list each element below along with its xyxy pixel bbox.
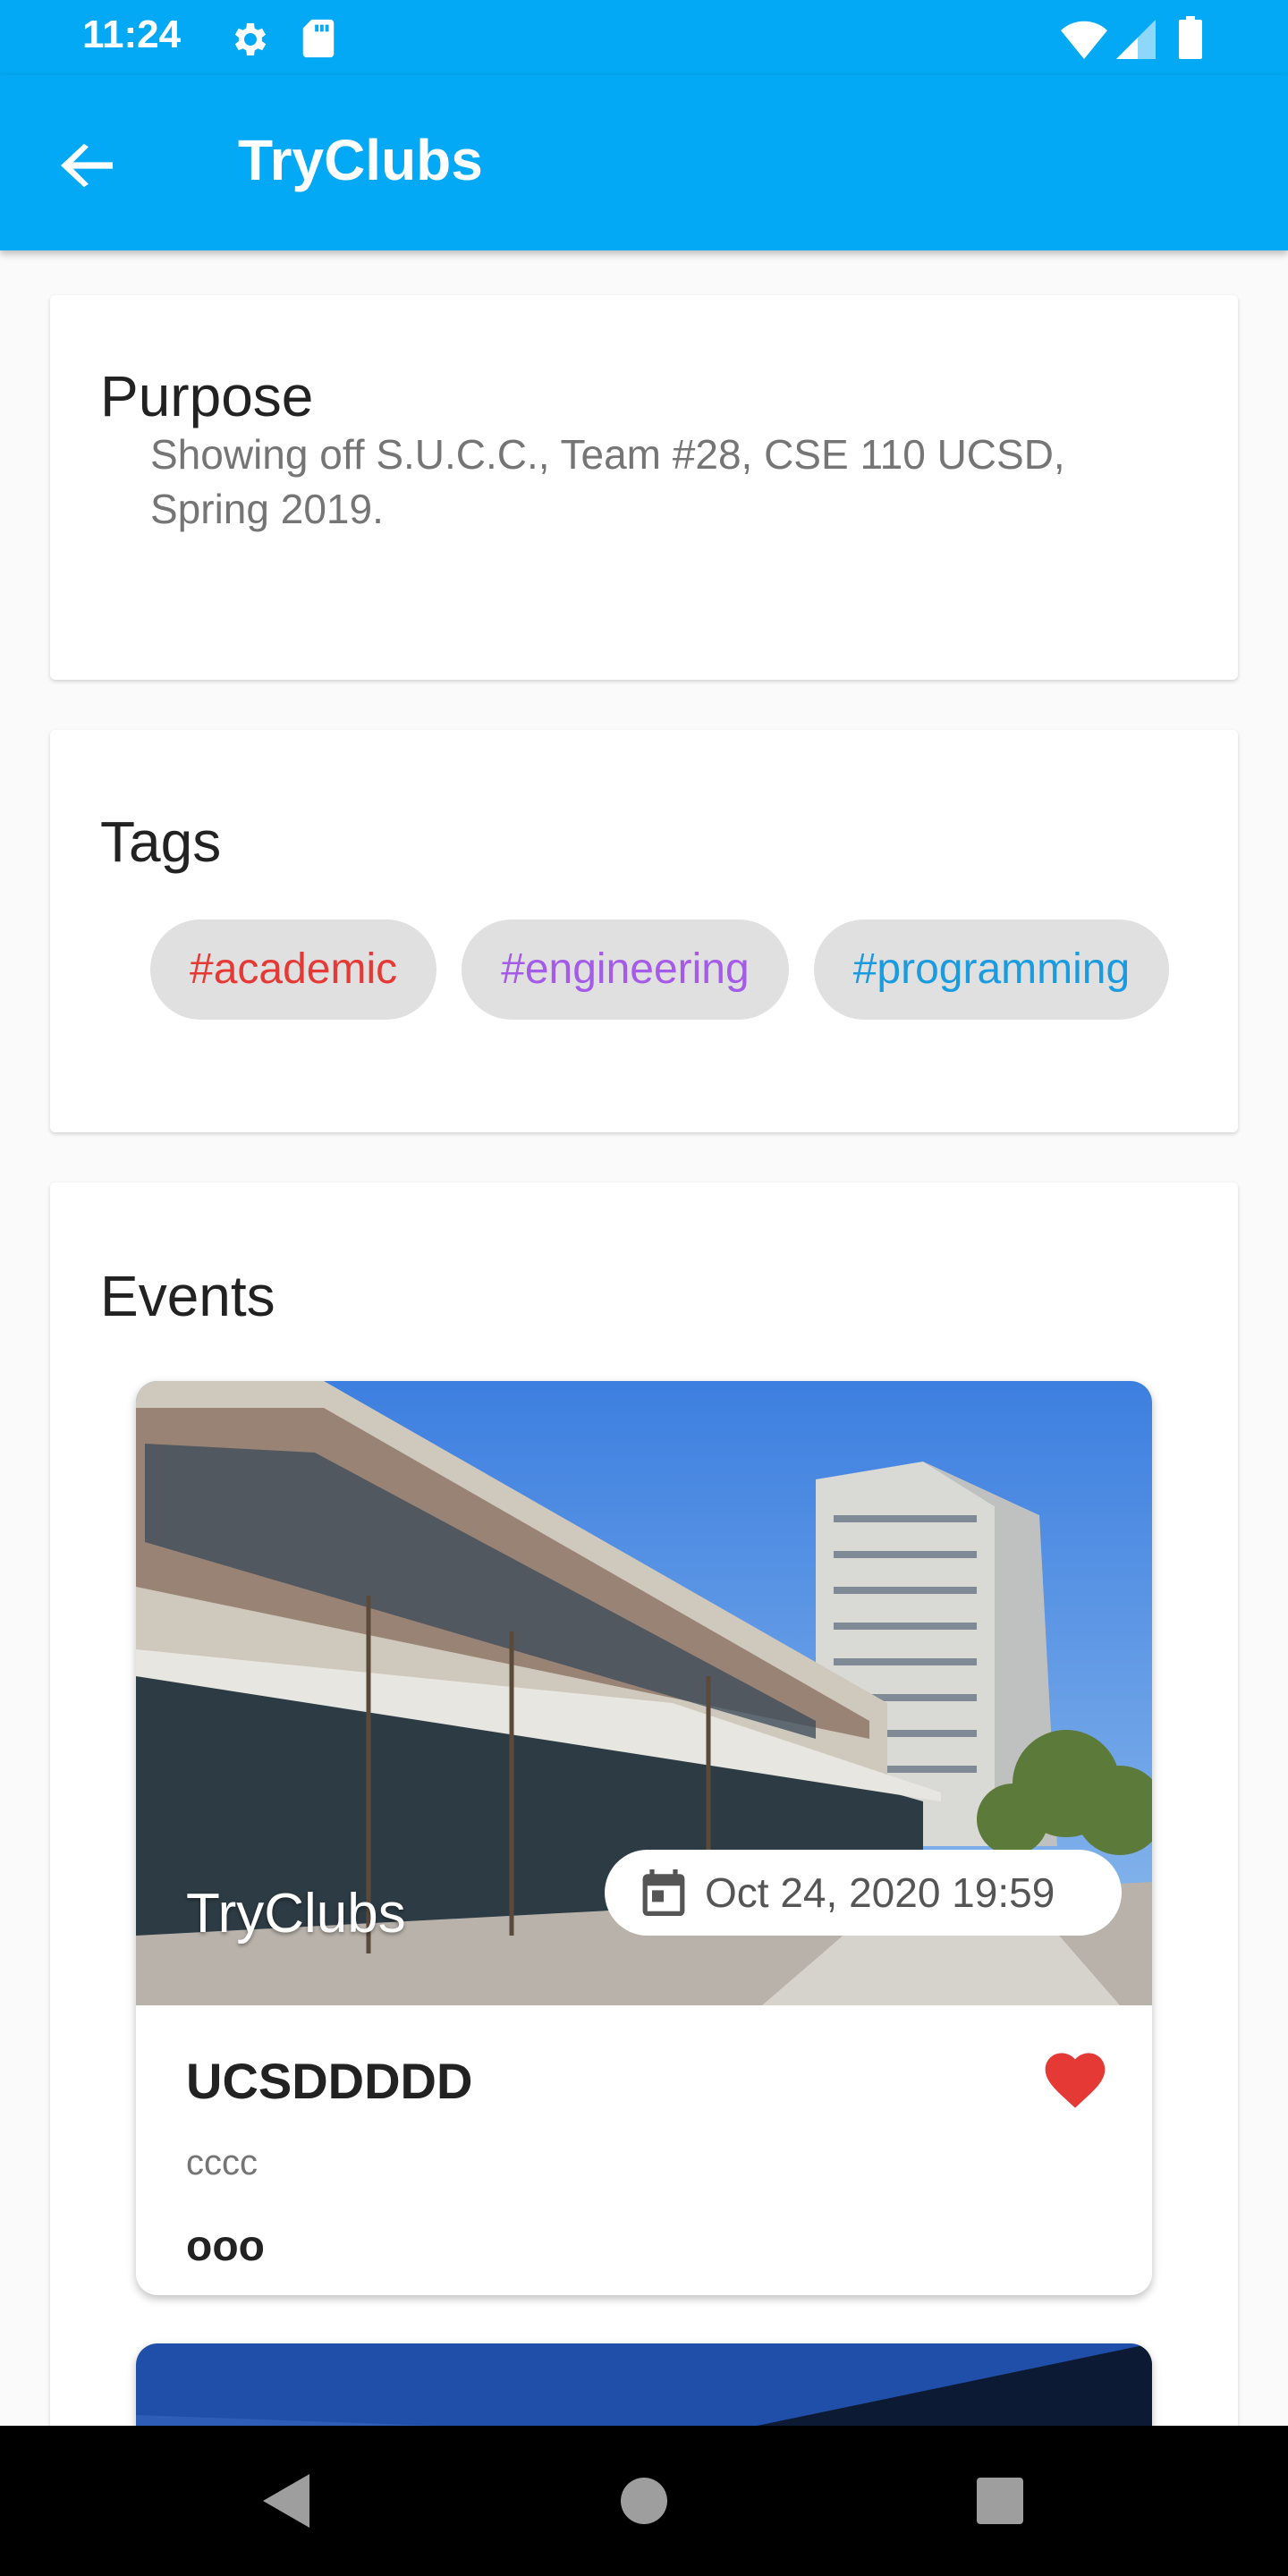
status-bar: 11:24 — [0, 0, 1288, 75]
back-button[interactable] — [47, 125, 127, 206]
event-datetime: Oct 24, 2020 19:59 — [705, 1869, 1055, 1916]
nav-back-triangle-icon — [263, 2474, 309, 2528]
tag-chip-engineering[interactable]: #engineering — [462, 919, 789, 1020]
nav-recents-button[interactable] — [925, 2426, 1075, 2576]
wifi-icon — [1061, 21, 1107, 59]
purpose-text: Showing off S.U.C.C., Team #28, CSE 110 … — [150, 431, 1065, 532]
purpose-title: Purpose — [100, 364, 314, 428]
nav-home-button[interactable] — [569, 2426, 719, 2576]
event-name: UCSDDDDD — [186, 2053, 473, 2109]
event-club-name: TryClubs — [186, 1883, 406, 1945]
event-subtitle: cccc — [186, 2143, 258, 2182]
battery-icon — [1179, 16, 1202, 59]
event-photo-next — [136, 2343, 1152, 2426]
tag-chip-programming[interactable]: #programming — [813, 919, 1170, 1020]
events-card: Events TryClubs Oct 24, 2020 19:59 UCSDD… — [50, 1182, 1238, 2426]
tags-title: Tags — [100, 809, 222, 874]
settings-icon — [234, 23, 267, 55]
event-date-badge: Oct 24, 2020 19:59 — [605, 1850, 1122, 1936]
nav-recents-square-icon — [977, 2478, 1023, 2524]
page-title: TryClubs — [238, 128, 483, 192]
calendar-icon — [642, 1869, 685, 1916]
purpose-card: Purpose Showing off S.U.C.C., Team #28, … — [50, 295, 1238, 680]
app-bar: TryClubs — [0, 75, 1288, 250]
nav-back-button[interactable] — [211, 2426, 361, 2576]
nav-home-circle-icon — [621, 2478, 667, 2524]
signal-icon — [1116, 20, 1156, 59]
tag-chip-academic[interactable]: #academic — [150, 919, 437, 1020]
event-card[interactable]: TryClubs Oct 24, 2020 19:59 UCSDDDDD ccc… — [136, 1381, 1152, 2295]
sd-card-icon — [302, 19, 335, 58]
event-card-next[interactable] — [136, 2343, 1152, 2426]
club-detail-content[interactable]: Purpose Showing off S.U.C.C., Team #28, … — [0, 250, 1288, 2426]
navigation-bar — [0, 2426, 1288, 2576]
arrow-back-icon — [61, 143, 113, 188]
favorite-heart-icon[interactable] — [1039, 2043, 1111, 2111]
status-time: 11:24 — [82, 13, 182, 56]
tag-chip-list[interactable]: #academic #engineering #programming — [150, 919, 1188, 1020]
tags-card: Tags #academic #engineering #programming — [50, 730, 1238, 1132]
events-title: Events — [100, 1264, 275, 1328]
event-description: ooo — [186, 2223, 265, 2270]
